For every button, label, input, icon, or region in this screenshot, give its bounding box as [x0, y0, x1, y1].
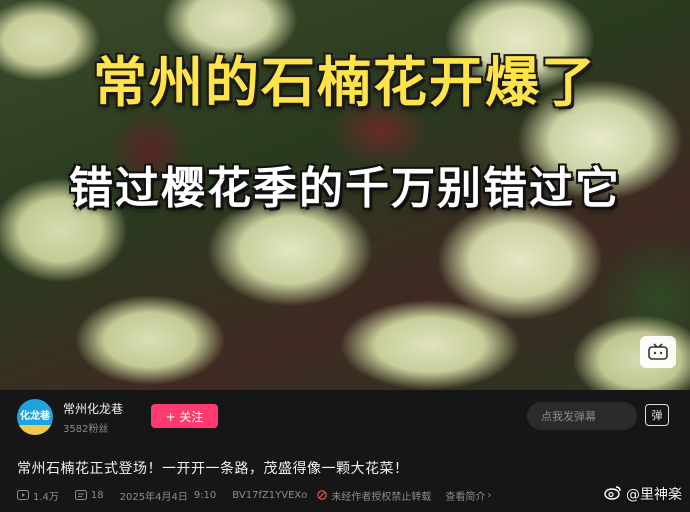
danmaku-count-icon — [74, 490, 87, 500]
weibo-icon — [604, 485, 622, 504]
video-description: 常州石楠花正式登场！一开开一条路，茂盛得像一颗大花菜！ — [17, 461, 409, 477]
view-count: 1.4万 — [33, 491, 59, 503]
tv-icon[interactable] — [640, 336, 676, 368]
video-meta-row: 1.4万 18 2025年4月4日 9:10 BV17fZ1YVEXo 未经作者… — [17, 487, 690, 503]
video-title-overlay: 常州的石楠花开爆了 — [93, 51, 597, 114]
author-avatar[interactable]: 化龙巷 — [17, 399, 53, 435]
avatar-text: 化龙巷 — [20, 410, 50, 422]
video-info-panel: 化龙巷 常州化龙巷 3582粉丝 + 关注 点我发弹幕 弹 常州石楠花正式登场！… — [0, 390, 690, 512]
chevron-right-icon[interactable]: › — [487, 490, 491, 501]
publish-date: 2025年4月4日 — [119, 491, 188, 503]
danmaku-toggle-label: 弹 — [651, 409, 663, 422]
publish-time: 9:10 — [193, 489, 217, 501]
follower-count: 3582粉丝 — [63, 424, 109, 435]
danmaku-count: 18 — [90, 489, 104, 501]
repost-warning: 未经作者授权禁止转载 — [331, 491, 432, 503]
danmaku-input[interactable]: 点我发弹幕 — [527, 402, 637, 430]
view-intro-link[interactable]: 查看简介 — [445, 488, 485, 503]
follow-button[interactable]: + 关注 — [151, 404, 218, 428]
forbid-icon — [317, 490, 328, 500]
video-subtitle-overlay: 错过樱花季的千万别错过它 — [69, 163, 621, 214]
play-count-icon — [17, 490, 29, 500]
watermark: @里神楽 — [604, 484, 682, 504]
watermark-text: @里神楽 — [626, 487, 682, 503]
video-player[interactable]: 常州的石楠花开爆了 错过樱花季的千万别错过它 — [0, 0, 690, 390]
danmaku-toggle-button[interactable]: 弹 — [645, 404, 669, 426]
bvid: BV17fZ1YVEXo — [232, 489, 308, 501]
author-name[interactable]: 常州化龙巷 — [63, 400, 123, 417]
